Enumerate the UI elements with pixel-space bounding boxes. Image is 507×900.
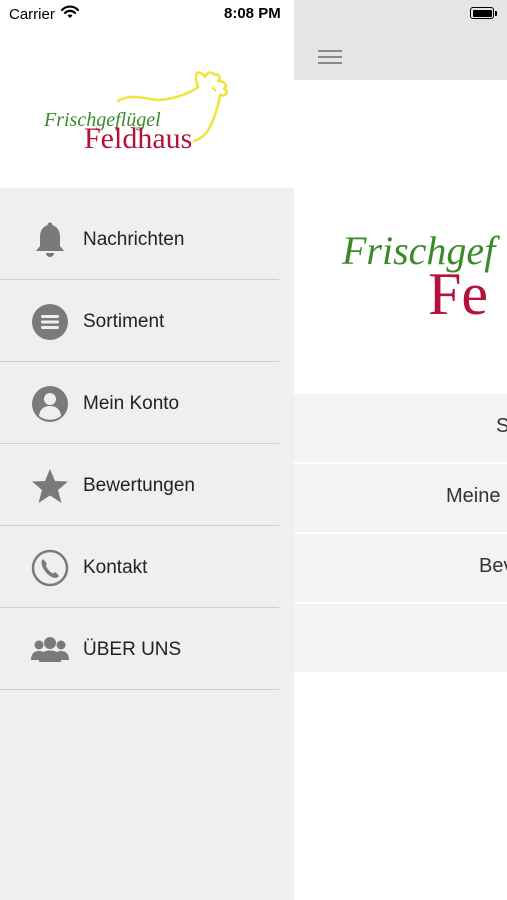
menu-item-sortiment[interactable]: Sortiment	[0, 280, 279, 362]
menu-item-mein-konto[interactable]: Mein Konto	[0, 362, 279, 444]
main-logo: Frischgef Fe	[294, 80, 507, 394]
status-bar-right	[294, 0, 507, 35]
wifi-icon	[61, 5, 79, 18]
star-icon	[30, 466, 70, 506]
main-button-sortiment[interactable]: S	[294, 394, 507, 464]
menu-item-kontakt[interactable]: Kontakt	[0, 526, 279, 608]
menu-label: Kontakt	[83, 557, 148, 578]
main-logo-line2: Fe	[428, 261, 488, 327]
group-icon	[30, 630, 70, 670]
menu-label: Bewertungen	[83, 475, 195, 496]
list-icon	[30, 302, 70, 342]
carrier-label: Carrier	[9, 6, 55, 23]
status-bar-left: Carrier 8:08 PM	[0, 0, 294, 35]
main-button-bewertungen[interactable]: Bev	[294, 534, 507, 604]
main-button-empty[interactable]	[294, 604, 507, 674]
nav-bar	[294, 35, 507, 80]
menu-label: Mein Konto	[83, 393, 180, 414]
main-button-label: Meine	[446, 485, 501, 507]
menu-label: ÜBER UNS	[83, 639, 182, 660]
drawer-menu: Nachrichten Sortiment Mein Konto Bewertu…	[0, 198, 294, 690]
menu-label: Nachrichten	[83, 229, 185, 250]
menu-item-bewertungen[interactable]: Bewertungen	[0, 444, 279, 526]
status-time: 8:08 PM	[224, 5, 281, 22]
main-button-mein-konto[interactable]: Meine	[294, 464, 507, 534]
menu-item-nachrichten[interactable]: Nachrichten	[0, 198, 279, 280]
battery-tip	[495, 11, 497, 16]
battery-icon	[470, 7, 494, 19]
user-icon	[30, 384, 70, 424]
phone-icon	[30, 548, 70, 588]
hamburger-menu-icon[interactable]	[318, 45, 344, 67]
main-button-label: Bev	[479, 555, 507, 577]
menu-item-ueber-uns[interactable]: ÜBER UNS	[0, 608, 279, 690]
bell-icon	[30, 220, 70, 260]
main-content: Frischgef Fe S Meine Bev	[294, 0, 507, 900]
main-button-list: S Meine Bev	[294, 394, 507, 674]
logo-line2: Feldhaus	[84, 122, 192, 155]
menu-label: Sortiment	[83, 311, 165, 332]
side-drawer: Carrier 8:08 PM Frischgeflügel Feldhaus	[0, 0, 294, 900]
main-button-label: S	[496, 415, 507, 438]
drawer-logo: Frischgeflügel Feldhaus	[0, 35, 294, 188]
